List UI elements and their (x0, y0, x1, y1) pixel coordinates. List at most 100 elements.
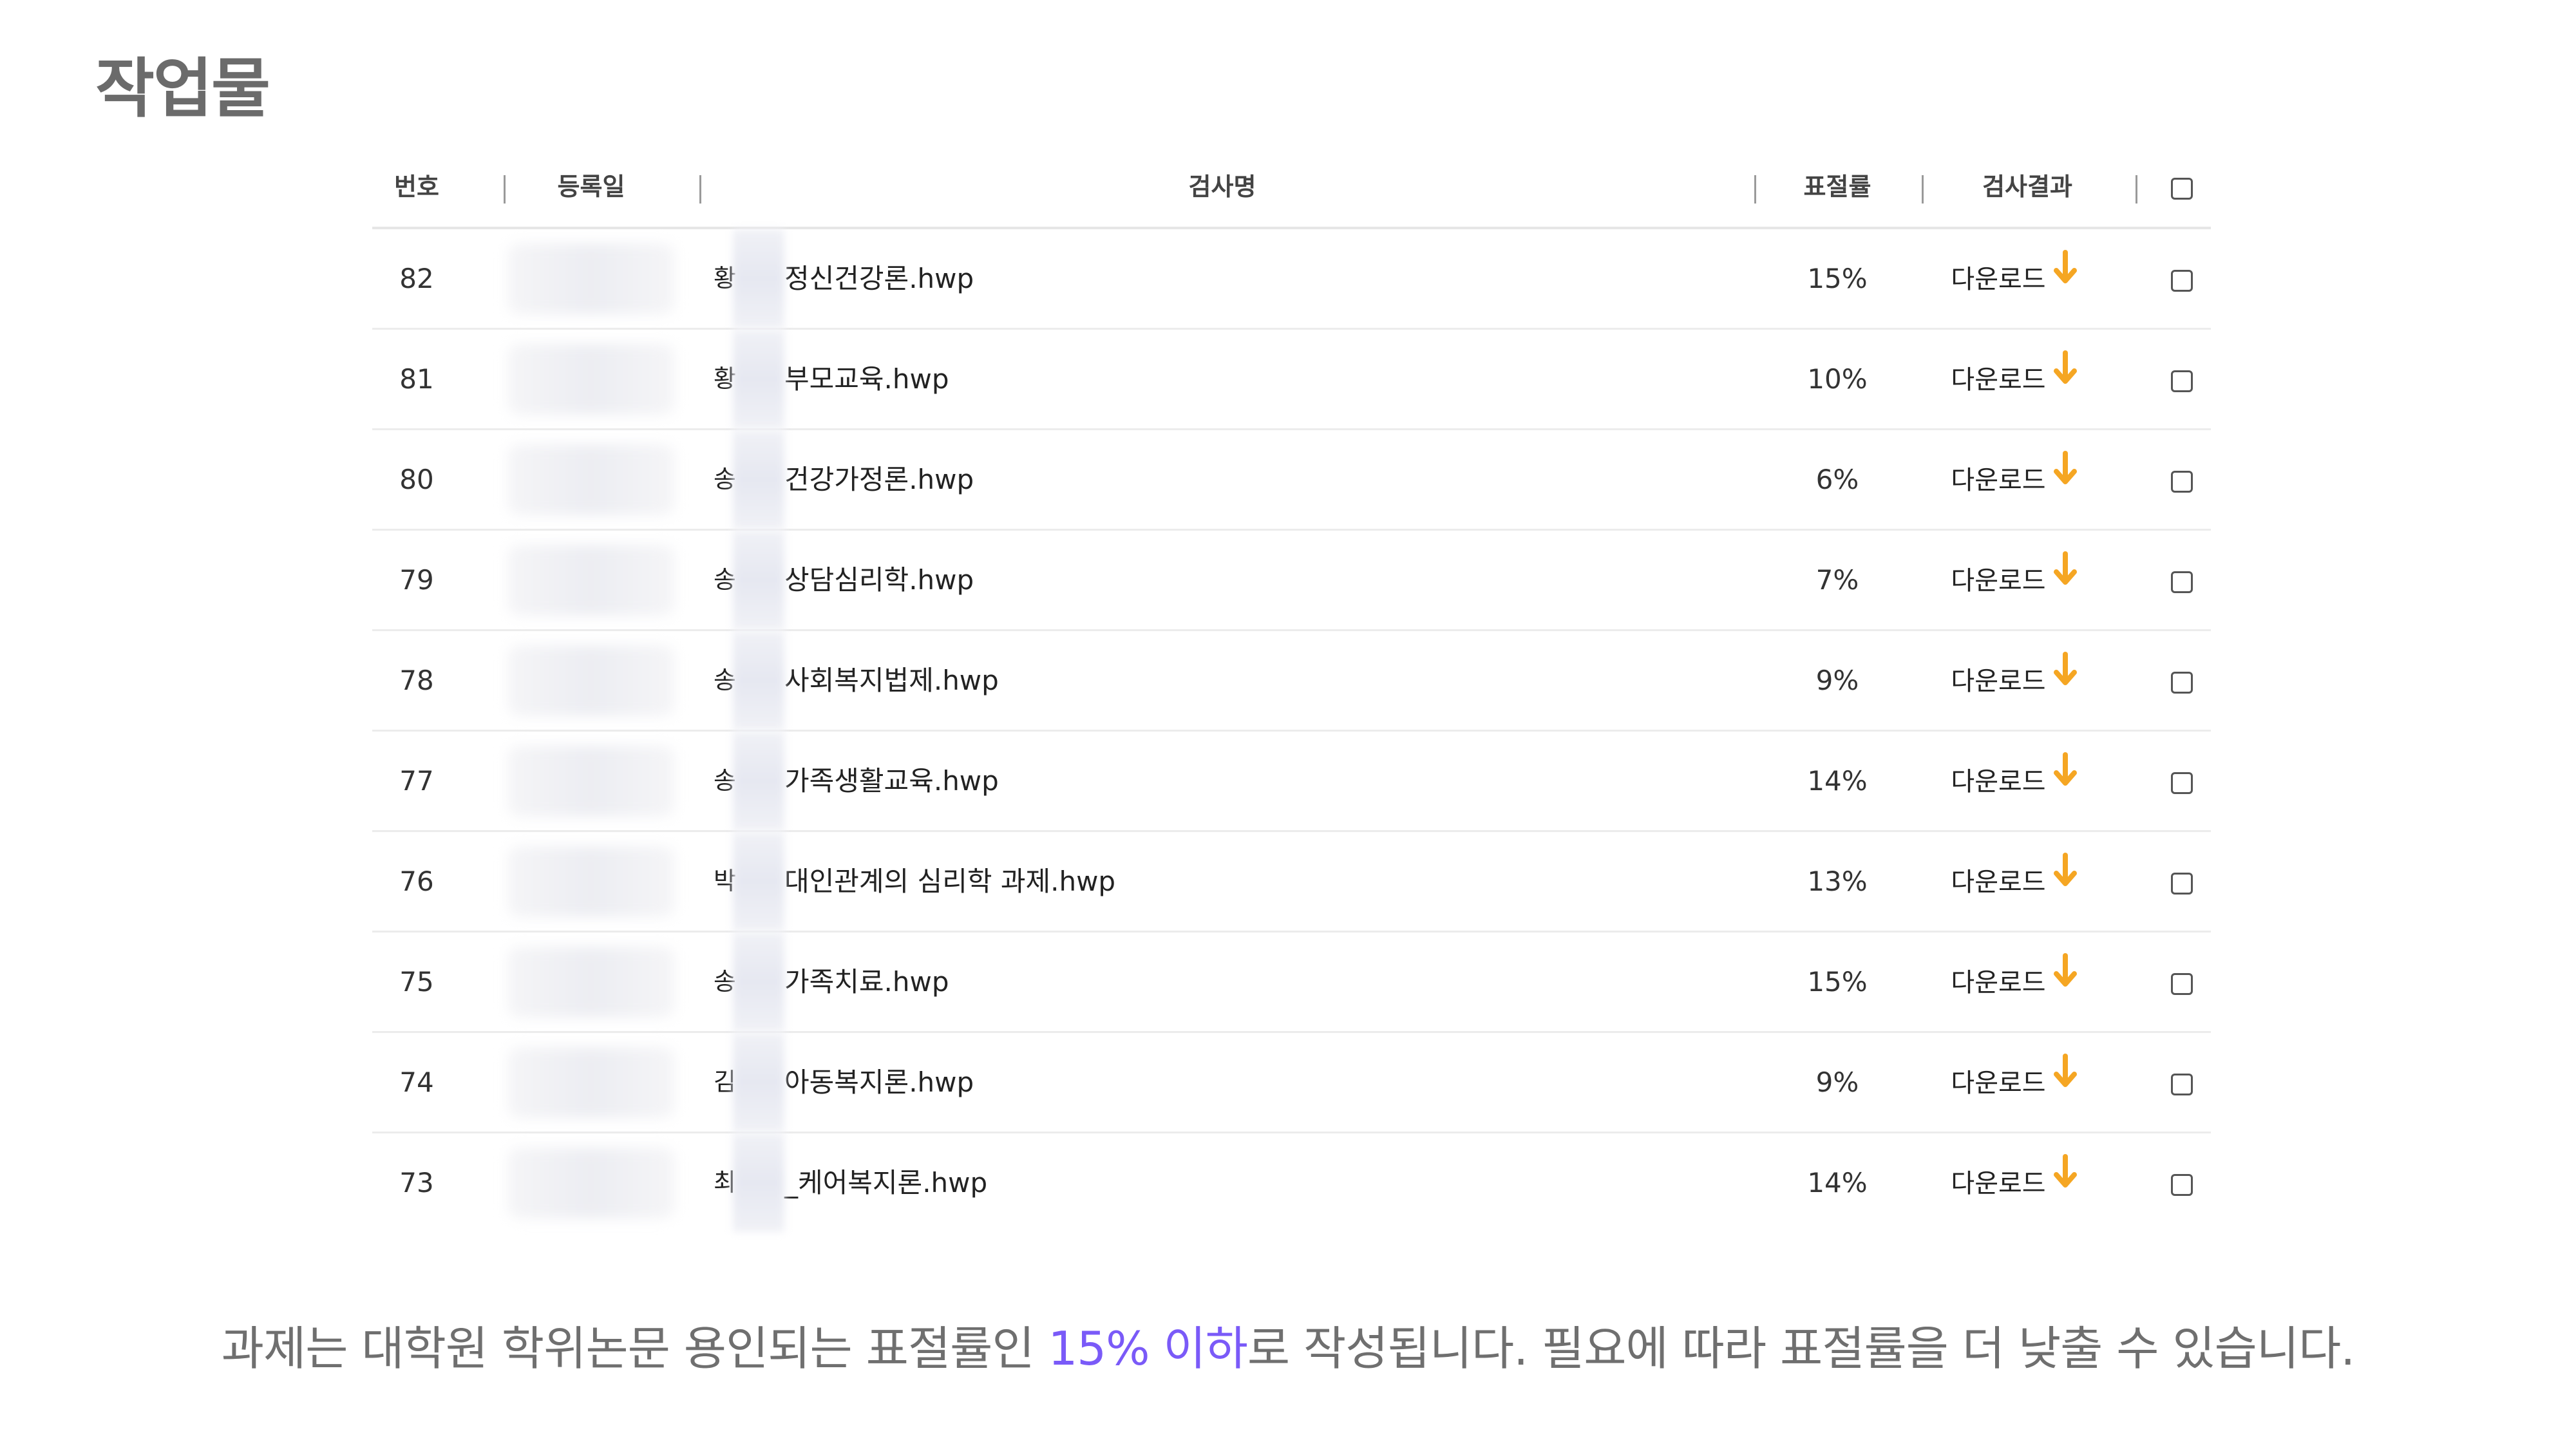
table-row: 79 송 상담심리학.hwp 7% 다운로드 (372, 531, 2211, 631)
row-checkbox[interactable] (2171, 571, 2193, 593)
author-initial: 송 (714, 967, 736, 996)
row-number: 74 (399, 1066, 434, 1098)
arrow-down-icon (2052, 428, 2078, 527)
download-label: 다운로드 (1951, 365, 2046, 395)
file-name: _케어복지론.hwp (784, 1167, 988, 1198)
file-name: 대인관계의 심리학 과제.hwp (784, 866, 1116, 897)
row-select (2156, 631, 2208, 730)
download-label: 다운로드 (1951, 667, 2046, 696)
blurred-date (507, 444, 675, 515)
blurred-author (733, 330, 784, 428)
row-select (2156, 933, 2208, 1031)
blurred-date (507, 846, 675, 917)
blurred-date (507, 645, 675, 716)
plagiarism-rate: 9% (1815, 665, 1859, 696)
author-initial: 송 (714, 666, 736, 694)
header-divider (1922, 175, 1924, 204)
download-label: 다운로드 (1951, 566, 2046, 596)
plagiarism-rate: 14% (1807, 765, 1868, 797)
row-checkbox[interactable] (2171, 772, 2193, 794)
table-row: 80 송 건강가정론.hwp 6% 다운로드 (372, 430, 2211, 531)
download-button[interactable]: 다운로드 (1918, 229, 2111, 328)
download-button[interactable]: 다운로드 (1918, 933, 2111, 1031)
download-label: 다운로드 (1951, 867, 2046, 897)
download-button[interactable]: 다운로드 (1918, 732, 2111, 830)
blurred-date (507, 1148, 675, 1218)
row-name: 송 사회복지법제.hwp (714, 631, 1615, 730)
arrow-down-icon (2052, 830, 2078, 929)
row-checkbox[interactable] (2171, 972, 2193, 995)
page-title: 작업물 (95, 51, 270, 126)
file-name: 정신건강론.hwp (784, 263, 974, 294)
table-row: 74 김 아동복지론.hwp 9% 다운로드 (372, 1033, 2211, 1133)
row-select (2156, 330, 2208, 428)
file-name: 가족생활교육.hwp (784, 765, 999, 797)
row-select (2156, 1133, 2208, 1232)
download-label: 다운로드 (1951, 968, 2046, 998)
blurred-author (733, 1033, 784, 1132)
row-select (2156, 832, 2208, 931)
table-row: 82 황 정신건강론.hwp 15% 다운로드 (372, 229, 2211, 330)
blurred-date (507, 545, 675, 616)
row-checkbox[interactable] (2171, 470, 2193, 493)
plagiarism-rate: 9% (1815, 1066, 1859, 1098)
file-name: 아동복지론.hwp (784, 1066, 974, 1098)
row-select (2156, 229, 2208, 328)
plagiarism-rate: 10% (1807, 363, 1868, 395)
download-button[interactable]: 다운로드 (1918, 330, 2111, 428)
author-initial: 송 (714, 766, 736, 795)
blurred-date (507, 1047, 675, 1118)
header-divider (504, 175, 506, 204)
table-row: 81 황 부모교육.hwp 10% 다운로드 (372, 330, 2211, 430)
header-select-all (2156, 147, 2208, 227)
row-checkbox[interactable] (2171, 370, 2193, 392)
author-initial: 황 (714, 365, 736, 393)
header-divider (2136, 175, 2137, 204)
row-name: 황 정신건강론.hwp (714, 229, 1615, 328)
blurred-author (733, 430, 784, 529)
caption-text-before: 과제는 대학원 학위논문 용인되는 표절률인 (221, 1321, 1048, 1376)
table-row: 73 최 _케어복지론.hwp 14% 다운로드 (372, 1133, 2211, 1232)
blurred-date (507, 344, 675, 415)
download-button[interactable]: 다운로드 (1918, 832, 2111, 931)
table-row: 76 박 대인관계의 심리학 과제.hwp 13% 다운로드 (372, 832, 2211, 933)
select-all-checkbox[interactable] (2171, 177, 2193, 200)
row-select (2156, 1033, 2208, 1132)
blurred-author (733, 732, 784, 830)
caption-text-after: 로 작성됩니다. 필요에 따라 표절률을 더 낮출 수 있습니다. (1247, 1321, 2355, 1376)
row-checkbox[interactable] (2171, 1173, 2193, 1196)
row-number: 81 (399, 363, 434, 395)
row-number: 79 (399, 564, 434, 596)
download-button[interactable]: 다운로드 (1918, 1133, 2111, 1232)
row-name: 김 아동복지론.hwp (714, 1033, 1615, 1132)
row-checkbox[interactable] (2171, 1073, 2193, 1095)
row-name: 황 부모교육.hwp (714, 330, 1615, 428)
row-name: 송 건강가정론.hwp (714, 430, 1615, 529)
blurred-author (733, 933, 784, 1031)
download-button[interactable]: 다운로드 (1918, 531, 2111, 629)
arrow-down-icon (2052, 931, 2078, 1029)
author-initial: 김 (714, 1068, 736, 1096)
row-number: 75 (399, 966, 434, 998)
download-button[interactable]: 다운로드 (1918, 430, 2111, 529)
caption-highlight: 15% 이하 (1048, 1321, 1247, 1376)
table-row: 77 송 가족생활교육.hwp 14% 다운로드 (372, 732, 2211, 832)
header-name: 검사명 (1188, 173, 1256, 201)
row-checkbox[interactable] (2171, 872, 2193, 895)
blurred-author (733, 531, 784, 629)
blurred-date (507, 746, 675, 817)
download-button[interactable]: 다운로드 (1918, 1033, 2111, 1132)
row-checkbox[interactable] (2171, 671, 2193, 694)
blurred-date (507, 947, 675, 1018)
author-initial: 황 (714, 264, 736, 292)
download-label: 다운로드 (1951, 466, 2046, 495)
blurred-date (507, 243, 675, 314)
work-table: 번호 등록일 검사명 표절률 검사결과 82 황 정신건강론.hwp 15% 다운로드 8… (372, 147, 2211, 1232)
arrow-down-icon (2052, 529, 2078, 627)
header-divider (699, 175, 701, 204)
table-header: 번호 등록일 검사명 표절률 검사결과 (372, 147, 2211, 229)
row-select (2156, 732, 2208, 830)
row-checkbox[interactable] (2171, 269, 2193, 292)
download-button[interactable]: 다운로드 (1918, 631, 2111, 730)
plagiarism-rate: 14% (1807, 1167, 1868, 1198)
